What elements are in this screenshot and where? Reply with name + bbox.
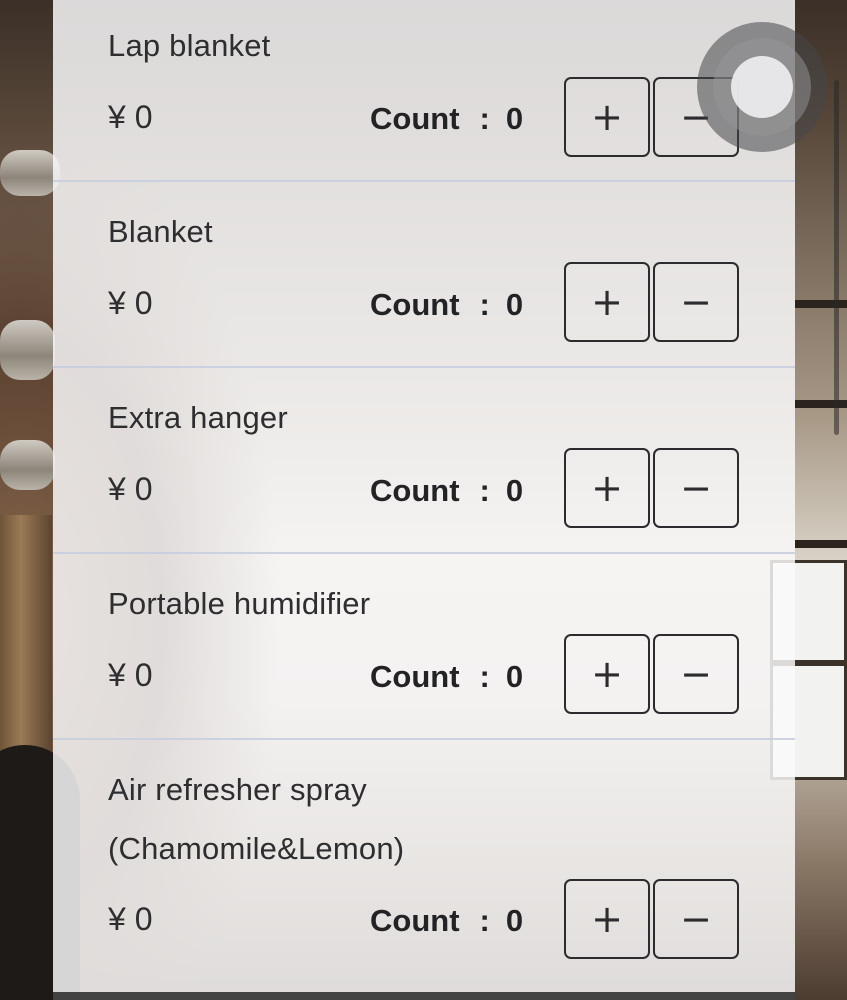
increment-button[interactable]: +	[564, 448, 650, 528]
item-price: ¥ 0	[108, 285, 153, 321]
count-separator: :	[479, 101, 490, 136]
background-duct	[0, 150, 60, 196]
increment-button[interactable]: +	[564, 634, 650, 714]
background-pillar	[0, 515, 52, 755]
count-value: 0	[505, 659, 524, 694]
plus-icon: +	[591, 95, 623, 139]
background-duct	[0, 320, 55, 380]
item-count: Count:0	[370, 101, 523, 137]
increment-button[interactable]: +	[564, 879, 650, 959]
decrement-button[interactable]: −	[653, 448, 739, 528]
background-beam	[795, 400, 847, 408]
item-name: Lap blanket	[108, 28, 271, 63]
amenity-list-panel: Lap blanket ¥ 0 Count:0 + − Blanket ¥ 0 …	[53, 0, 795, 1000]
item-name: Air refresher spray	[108, 772, 367, 807]
count-separator: :	[479, 287, 490, 322]
item-price: ¥ 0	[108, 901, 153, 937]
minus-icon: −	[680, 466, 712, 510]
decrement-button[interactable]: −	[653, 634, 739, 714]
list-item: Air refresher spray (Chamomile&Lemon) ¥ …	[53, 740, 795, 992]
count-value: 0	[505, 473, 524, 508]
minus-icon: −	[680, 897, 712, 941]
decrement-button[interactable]: −	[653, 879, 739, 959]
increment-button[interactable]: +	[564, 77, 650, 157]
item-count: Count:0	[370, 659, 523, 695]
list-item: Portable humidifier ¥ 0 Count:0 + −	[53, 554, 795, 740]
plus-icon: +	[591, 466, 623, 510]
item-price: ¥ 0	[108, 99, 153, 135]
minus-icon: −	[680, 280, 712, 324]
count-label: Count	[370, 659, 460, 694]
background-beam	[795, 300, 847, 308]
item-count: Count:0	[370, 473, 523, 509]
count-separator: :	[479, 903, 490, 938]
list-item: Lap blanket ¥ 0 Count:0 + −	[53, 0, 795, 182]
count-value: 0	[505, 287, 524, 322]
count-value: 0	[505, 101, 524, 136]
minus-icon: −	[680, 652, 712, 696]
item-name: Portable humidifier	[108, 586, 371, 621]
decrement-button[interactable]: −	[653, 262, 739, 342]
plus-icon: +	[591, 652, 623, 696]
background-duct	[0, 440, 55, 490]
count-label: Count	[370, 903, 460, 938]
item-count: Count:0	[370, 287, 523, 323]
list-item: Blanket ¥ 0 Count:0 + −	[53, 182, 795, 368]
increment-button[interactable]: +	[564, 262, 650, 342]
item-price: ¥ 0	[108, 657, 153, 693]
count-label: Count	[370, 101, 460, 136]
count-separator: :	[479, 473, 490, 508]
count-label: Count	[370, 287, 460, 322]
item-name: Blanket	[108, 214, 213, 249]
plus-icon: +	[591, 280, 623, 324]
plus-icon: +	[591, 897, 623, 941]
count-separator: :	[479, 659, 490, 694]
count-value: 0	[505, 903, 524, 938]
count-label: Count	[370, 473, 460, 508]
assistive-touch-button[interactable]	[697, 22, 827, 152]
panel-bottom-edge	[53, 992, 795, 1000]
item-price: ¥ 0	[108, 471, 153, 507]
item-name-line2: (Chamomile&Lemon)	[108, 831, 405, 866]
item-name: Extra hanger	[108, 400, 288, 435]
background-beam	[795, 540, 847, 548]
item-count: Count:0	[370, 903, 523, 939]
list-item: Extra hanger ¥ 0 Count:0 + −	[53, 368, 795, 554]
scrollbar[interactable]	[834, 80, 839, 435]
